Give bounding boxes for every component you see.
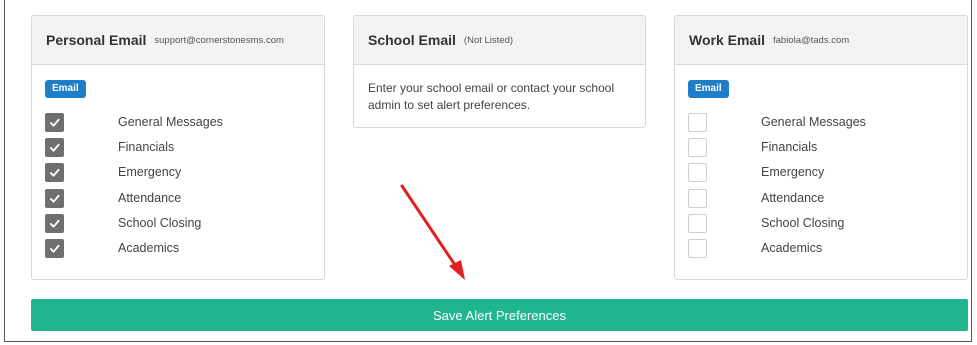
alert-option-financials[interactable]: Financials [45,138,223,163]
checkbox[interactable] [45,113,64,132]
checkbox[interactable] [688,188,707,208]
option-label: General Messages [761,115,866,129]
check-icon [49,169,60,177]
alert-checklist: General Messages Financials Emergency At… [688,113,866,264]
checkbox[interactable] [45,138,64,158]
alert-option-attendance[interactable]: Attendance [45,188,223,214]
checkbox[interactable] [688,113,707,132]
check-icon [49,144,60,152]
card-title: Work Email [689,32,765,48]
option-label: Attendance [118,190,182,205]
alert-option-emergency[interactable]: Emergency [45,163,223,188]
checkbox[interactable] [45,188,64,208]
alert-option-school-closing[interactable]: School Closing [45,213,223,239]
work-email-card: Work Email fabiola@tads.com Email Genera… [674,15,968,280]
checkbox[interactable] [688,238,707,258]
check-icon [49,219,60,228]
school-email-card: School Email (Not Listed) Enter your sch… [353,15,646,128]
email-badge: Email [45,80,86,98]
card-title: School Email [368,32,456,48]
option-label: Emergency [761,165,825,180]
alert-checklist: General Messages Financials Emergency At… [45,113,223,264]
card-header: School Email (Not Listed) [354,16,645,65]
alert-option-emergency[interactable]: Emergency [688,163,866,188]
card-header: Personal Email support@cornerstonesms.co… [32,16,324,65]
email-badge: Email [688,80,729,98]
alert-option-attendance[interactable]: Attendance [688,188,866,214]
school-email-message: Enter your school email or contact your … [368,81,615,112]
alert-option-academics[interactable]: Academics [45,238,223,264]
save-alert-preferences-button[interactable]: Save Alert Preferences [31,299,968,331]
option-label: Emergency [118,165,182,180]
option-label: Attendance [761,190,825,205]
option-label: Financials [118,140,175,155]
alert-option-general-messages[interactable]: General Messages [688,113,866,138]
checkbox[interactable] [688,213,707,233]
alert-option-general-messages[interactable]: General Messages [45,113,223,138]
card-title: Personal Email [46,32,147,48]
alert-option-school-closing[interactable]: School Closing [688,213,866,239]
alert-option-academics[interactable]: Academics [688,238,866,264]
annotation-arrow-icon [400,184,465,280]
checkbox[interactable] [688,163,707,183]
email-address: support@cornerstonesms.com [154,34,284,46]
option-label: General Messages [118,115,223,129]
option-label: School Closing [118,215,202,230]
option-label: School Closing [761,215,845,230]
card-header: Work Email fabiola@tads.com [675,16,967,65]
alert-option-financials[interactable]: Financials [688,138,866,163]
check-icon [49,194,60,203]
check-icon [49,244,60,253]
checkbox[interactable] [45,238,64,258]
option-label: Academics [118,240,180,255]
email-address: (Not Listed) [463,34,514,46]
personal-email-card: Personal Email support@cornerstonesms.co… [31,15,325,280]
option-label: Academics [761,240,823,255]
option-label: Financials [761,140,818,155]
checkbox[interactable] [45,163,64,183]
checkbox[interactable] [688,138,707,158]
email-address: fabiola@tads.com [773,34,850,46]
checkbox[interactable] [45,213,64,233]
check-icon [49,118,60,127]
